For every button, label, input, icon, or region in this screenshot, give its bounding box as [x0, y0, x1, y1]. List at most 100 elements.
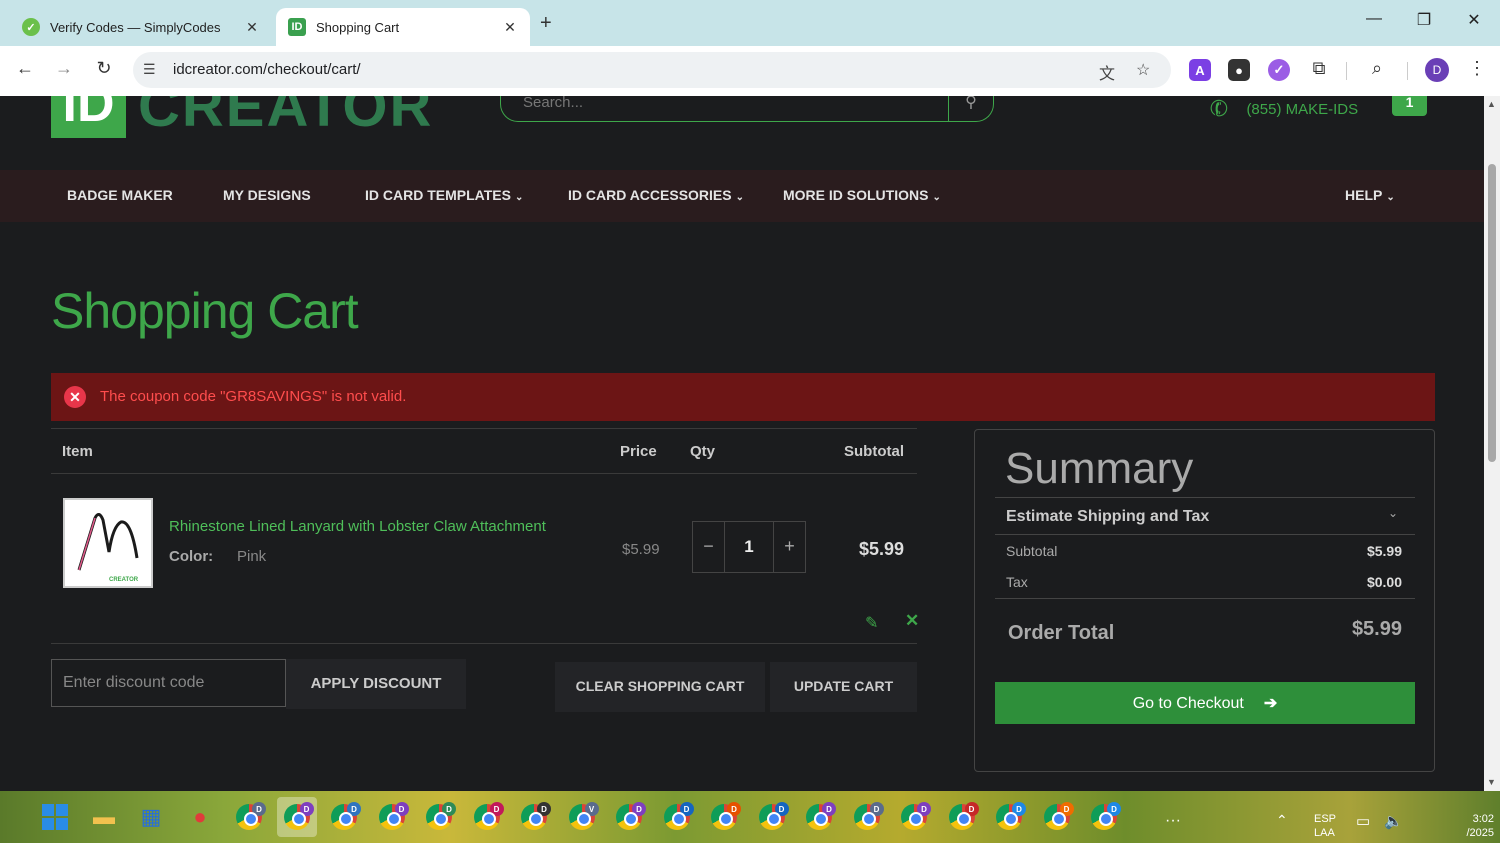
scroll-down-arrow-icon[interactable]: ▼ [1487, 777, 1496, 787]
url-text[interactable]: idcreator.com/checkout/cart/ [173, 61, 361, 78]
address-bar[interactable]: ☰ idcreator.com/checkout/cart/ 文 ☆ [133, 52, 1171, 88]
clock[interactable]: 3:02/2025 [1424, 812, 1494, 840]
estimate-shipping-toggle[interactable]: Estimate Shipping and Tax [1006, 508, 1209, 526]
site-logo[interactable]: ID CREATOR [51, 96, 433, 138]
profile-badge: D [917, 802, 931, 816]
checkout-label: Go to Checkout [1132, 695, 1244, 712]
volume-icon[interactable]: 🔈 [1384, 812, 1403, 830]
order-summary: Summary Estimate Shipping and Tax ⌄ Subt… [974, 429, 1435, 772]
chrome-profile-taskbar-icon[interactable]: D [376, 801, 409, 833]
start-menu-icon[interactable] [39, 801, 71, 833]
page-scrollbar[interactable]: ▲ ▼ [1484, 96, 1500, 791]
a-extension-icon[interactable]: A [1189, 59, 1211, 81]
back-arrow-icon[interactable]: ← [12, 58, 38, 79]
chrome-profile-taskbar-icon[interactable]: D [993, 801, 1026, 833]
update-cart-button[interactable]: UPDATE CART [770, 662, 917, 712]
search-icon[interactable]: ⚲ [948, 96, 993, 121]
file-explorer-icon[interactable]: ▬ [88, 801, 120, 833]
chrome-profile-taskbar-icon[interactable]: D [328, 801, 361, 833]
chrome-profile-taskbar-icon[interactable]: D [803, 801, 836, 833]
browser-tab-strip: ✓ Verify Codes — SimplyCodes ✕ ID Shoppi… [0, 0, 1500, 46]
minimize-icon[interactable]: — [1359, 10, 1389, 28]
translate-icon[interactable]: 文 [1099, 60, 1115, 84]
tab-verify-codes[interactable]: ✓ Verify Codes — SimplyCodes ✕ [10, 8, 272, 46]
close-window-icon[interactable]: ✕ [1459, 10, 1489, 30]
error-x-icon: ✕ [64, 386, 86, 408]
clear-cart-button[interactable]: CLEAR SHOPPING CART [555, 662, 765, 712]
nav-item-help[interactable]: HELP ⌄ [1345, 187, 1395, 203]
chrome-profile-taskbar-icon[interactable]: D [276, 797, 317, 837]
input-language-indicator[interactable]: ESP LAA [1314, 812, 1336, 840]
nav-item-id-card-accessories[interactable]: ID CARD ACCESSORIES ⌄ [568, 187, 744, 203]
chevron-down-icon[interactable]: ⌄ [1388, 506, 1398, 520]
chrome-profile-taskbar-icon[interactable]: D [471, 801, 504, 833]
forward-arrow-icon[interactable]: → [51, 58, 77, 79]
phone-contact[interactable]: ✆ (855) MAKE-IDS [1206, 96, 1358, 123]
chrome-profile-taskbar-icon[interactable]: D [1041, 801, 1074, 833]
close-tab-icon[interactable]: ✕ [242, 19, 262, 36]
bookmark-star-icon[interactable]: ☆ [1136, 60, 1150, 80]
chrome-profile-taskbar-icon[interactable]: D [661, 801, 694, 833]
scroll-up-arrow-icon[interactable]: ▲ [1487, 99, 1496, 109]
search-input[interactable]: Search... [523, 96, 583, 111]
chrome-profile-taskbar-icon[interactable]: D [518, 801, 551, 833]
network-icon[interactable]: ▭ [1356, 812, 1370, 830]
apply-discount-button[interactable]: APPLY DISCOUNT [286, 659, 466, 709]
page-viewport: ID CREATOR Search... ⚲ ✆ (855) MAKE-IDS … [0, 96, 1484, 791]
product-name-link[interactable]: Rhinestone Lined Lanyard with Lobster Cl… [169, 518, 546, 535]
simplycodes-extension-icon[interactable]: ✓ [1268, 59, 1290, 81]
subtotal-label: Subtotal [1006, 543, 1058, 559]
discount-code-field[interactable] [51, 659, 286, 707]
profile-badge: D [537, 802, 551, 816]
reload-icon[interactable]: ↻ [91, 58, 117, 79]
close-tab-icon[interactable]: ✕ [500, 19, 520, 36]
profile-avatar[interactable]: D [1425, 58, 1449, 82]
spy-extension-icon[interactable]: ● [1228, 59, 1250, 81]
nav-item-badge-maker[interactable]: BADGE MAKER [67, 187, 173, 203]
logo-badge: ID [51, 96, 126, 138]
site-info-icon[interactable]: ☰ [143, 61, 156, 78]
remove-item-icon[interactable]: ✕ [905, 611, 919, 631]
profile-badge: D [489, 802, 504, 816]
more-apps-ellipsis-icon[interactable]: ··· [1165, 812, 1181, 830]
chrome-profile-taskbar-icon[interactable]: D [898, 801, 931, 833]
microsoft-store-icon[interactable]: ▦ [135, 801, 167, 833]
chrome-profile-taskbar-icon[interactable]: D [1088, 801, 1121, 833]
qty-increase-button[interactable]: + [773, 522, 805, 572]
order-total-label: Order Total [1008, 622, 1115, 644]
table-row: CREATOR Rhinestone Lined Lanyard with Lo… [51, 474, 919, 644]
chrome-profile-taskbar-icon[interactable]: D [946, 801, 979, 833]
browser-menu-icon[interactable]: ⋮ [1468, 58, 1486, 79]
svg-text:CREATOR: CREATOR [109, 577, 139, 583]
go-to-checkout-button[interactable]: Go to Checkout ➔ [995, 682, 1415, 724]
chrome-profile-taskbar-icon[interactable]: D [233, 801, 266, 833]
chrome-profile-taskbar-icon[interactable]: D [613, 801, 646, 833]
extensions-puzzle-icon[interactable]: ⧉ [1306, 58, 1332, 79]
chrome-profile-taskbar-icon[interactable]: D [708, 801, 741, 833]
error-alert: ✕ The coupon code "GR8SAVINGS" is not va… [51, 373, 1435, 421]
nav-item-my-designs[interactable]: MY DESIGNS [223, 187, 311, 203]
header-price: Price [620, 443, 657, 460]
scrollbar-thumb[interactable] [1488, 164, 1496, 462]
nav-item-id-card-templates[interactable]: ID CARD TEMPLATES ⌄ [365, 187, 523, 203]
lanyard-image: CREATOR [77, 513, 147, 583]
tab-search-icon[interactable]: ⌕ [1364, 58, 1390, 79]
chrome-profile-taskbar-icon[interactable]: V [566, 801, 599, 833]
restore-icon[interactable]: ❐ [1409, 10, 1439, 30]
profile-badge: D [347, 802, 361, 816]
chrome-profile-taskbar-icon[interactable]: D [851, 801, 884, 833]
chrome-profile-taskbar-icon[interactable]: D [423, 801, 456, 833]
cart-count-badge[interactable]: 1 [1392, 96, 1427, 116]
nav-item-more-id-solutions[interactable]: MORE ID SOLUTIONS ⌄ [783, 187, 941, 203]
show-hidden-icons-chevron-icon[interactable]: ⌃ [1276, 812, 1288, 829]
qty-input[interactable]: 1 [725, 522, 773, 572]
edit-pencil-icon[interactable]: ✎ [865, 613, 878, 633]
order-total-value: $5.99 [1351, 618, 1402, 640]
product-thumbnail[interactable]: CREATOR [63, 498, 153, 588]
app-icon[interactable]: ● [184, 801, 216, 833]
discount-code-input[interactable] [52, 660, 285, 706]
tab-shopping-cart[interactable]: ID Shopping Cart ✕ [276, 8, 530, 46]
new-tab-button[interactable]: + [540, 12, 552, 35]
chrome-profile-taskbar-icon[interactable]: D [756, 801, 789, 833]
qty-decrease-button[interactable]: − [693, 522, 725, 572]
